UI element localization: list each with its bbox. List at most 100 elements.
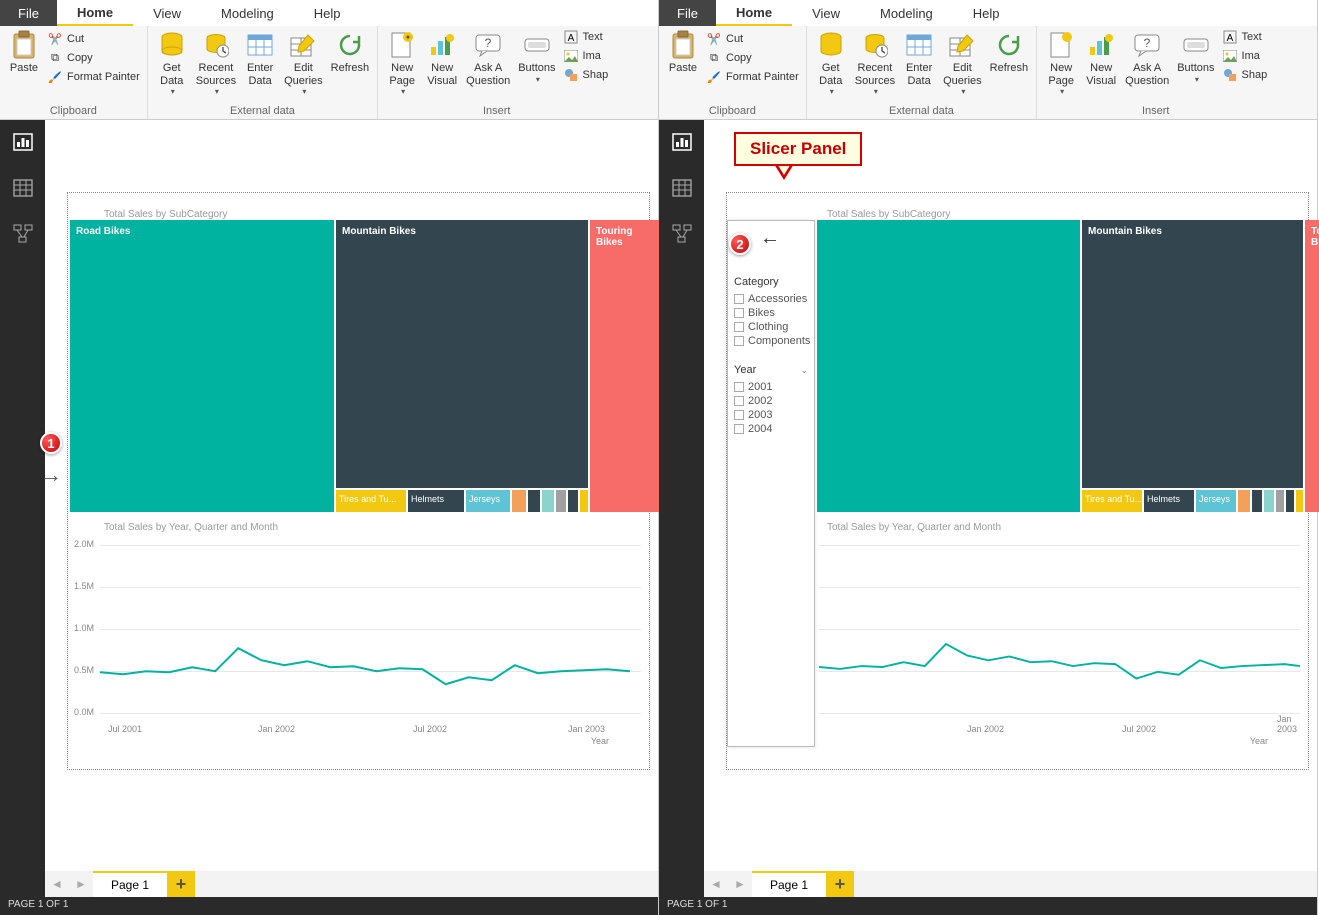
page-prev[interactable]: ◄ — [45, 877, 69, 891]
page-tab-1[interactable]: Page 1 — [93, 871, 167, 897]
file-menu[interactable]: File — [0, 0, 57, 26]
shapes-button[interactable]: Shap — [1222, 67, 1268, 83]
slicer-item-clothing[interactable]: Clothing — [734, 320, 808, 334]
treemap-cell-s6[interactable] — [1296, 490, 1303, 512]
new-visual-button[interactable]: New Visual — [422, 28, 462, 89]
slicer-item-accessories[interactable]: Accessories — [734, 292, 808, 306]
treemap-cell-s1[interactable] — [512, 490, 526, 512]
edit-queries-button[interactable]: Edit Queries — [280, 28, 327, 98]
treemap-cell-jerseys[interactable]: Jerseys — [466, 490, 510, 512]
slicer-item-2001[interactable]: 2001 — [734, 380, 808, 394]
data-view-button[interactable] — [666, 174, 698, 202]
refresh-button[interactable]: Refresh — [986, 28, 1033, 77]
format-painter-button[interactable]: 🖌️Format Painter — [47, 69, 140, 85]
treemap-cell-touring-bikes[interactable]: Touring Bikes — [1305, 220, 1319, 512]
paste-button[interactable]: Paste — [663, 28, 703, 77]
cut-button[interactable]: ✂️Cut — [47, 31, 140, 47]
treemap-cell-s1[interactable] — [1238, 490, 1250, 512]
treemap-cell-s3[interactable] — [1264, 490, 1274, 512]
tab-view[interactable]: View — [133, 0, 201, 26]
buttons-button[interactable]: Buttons — [514, 28, 559, 86]
add-page-button[interactable]: + — [167, 871, 195, 897]
new-page-button[interactable]: New Page — [1041, 28, 1081, 98]
recent-sources-button[interactable]: Recent Sources — [192, 28, 240, 98]
tab-modeling[interactable]: Modeling — [201, 0, 294, 26]
treemap-visual[interactable]: Mountain Bikes Touring Bikes Tires and T… — [817, 220, 1306, 512]
shapes-button[interactable]: Shap — [563, 67, 609, 83]
new-visual-button[interactable]: New Visual — [1081, 28, 1121, 89]
treemap-cell-tires[interactable]: Tires and Tu... — [1082, 490, 1142, 512]
treemap-cell-s2[interactable] — [528, 490, 540, 512]
tab-home[interactable]: Home — [716, 0, 792, 26]
image-button[interactable]: Ima — [1222, 48, 1268, 64]
chevron-down-icon[interactable]: ⌄ — [800, 365, 808, 376]
model-view-button[interactable] — [666, 220, 698, 248]
slicer-item-2002[interactable]: 2002 — [734, 394, 808, 408]
expand-panel-arrow[interactable]: → — [40, 462, 62, 488]
text-icon: A — [1222, 29, 1238, 45]
get-data-button[interactable]: Get Data — [152, 28, 192, 98]
treemap-cell-s4[interactable] — [1276, 490, 1284, 512]
ask-question-button[interactable]: ?Ask A Question — [462, 28, 514, 89]
cut-button[interactable]: ✂️Cut — [706, 31, 799, 47]
enter-data-button[interactable]: Enter Data — [899, 28, 939, 89]
treemap-visual[interactable]: Road Bikes Mountain Bikes Touring Bikes … — [70, 220, 647, 512]
recent-sources-button[interactable]: Recent Sources — [851, 28, 899, 98]
report-canvas[interactable]: Total Sales by SubCategory ← Category Ac… — [726, 192, 1309, 770]
image-button[interactable]: Ima — [563, 48, 609, 64]
paste-button[interactable]: Paste — [4, 28, 44, 77]
treemap-cell-tires[interactable]: Tires and Tu... — [336, 490, 406, 512]
model-view-button[interactable] — [7, 220, 39, 248]
refresh-button[interactable]: Refresh — [327, 28, 374, 77]
tab-modeling[interactable]: Modeling — [860, 0, 953, 26]
treemap-cell-touring-bikes[interactable]: Touring Bikes — [590, 220, 663, 512]
treemap-cell-helmets[interactable]: Helmets — [408, 490, 464, 512]
treemap-cell-s5[interactable] — [1286, 490, 1294, 512]
get-data-button[interactable]: Get Data — [811, 28, 851, 98]
file-menu[interactable]: File — [659, 0, 716, 26]
new-page-button[interactable]: ✦New Page — [382, 28, 422, 98]
treemap-cell-s6[interactable] — [580, 490, 588, 512]
text-box-button[interactable]: AText — [1222, 29, 1268, 45]
enter-data-button[interactable]: Enter Data — [240, 28, 280, 89]
y-tick-0m: 0.0M — [74, 707, 94, 717]
treemap-cell-road-bikes[interactable] — [817, 220, 1080, 512]
linechart-visual[interactable]: Jan 2002 Jul 2002 Jan 2003 Year — [817, 533, 1308, 748]
page-next[interactable]: ► — [69, 877, 93, 891]
tab-help[interactable]: Help — [953, 0, 1020, 26]
treemap-cell-s5[interactable] — [568, 490, 578, 512]
treemap-cell-mountain-bikes[interactable]: Mountain Bikes — [336, 220, 588, 488]
report-view-button[interactable] — [7, 128, 39, 156]
treemap-cell-mountain-bikes[interactable]: Mountain Bikes — [1082, 220, 1303, 488]
slicer-item-2004[interactable]: 2004 — [734, 422, 808, 436]
slicer-item-2003[interactable]: 2003 — [734, 408, 808, 422]
report-view-button[interactable] — [666, 128, 698, 156]
tab-view[interactable]: View — [792, 0, 860, 26]
page-next[interactable]: ► — [728, 877, 752, 891]
data-view-button[interactable] — [7, 174, 39, 202]
slicer-item-components[interactable]: Components — [734, 334, 808, 348]
page-tab-1[interactable]: Page 1 — [752, 871, 826, 897]
page-prev[interactable]: ◄ — [704, 877, 728, 891]
treemap-cell-road-bikes[interactable]: Road Bikes — [70, 220, 334, 512]
tab-help[interactable]: Help — [294, 0, 361, 26]
slicer-item-bikes[interactable]: Bikes — [734, 306, 808, 320]
collapse-panel-arrow[interactable]: ← — [760, 227, 780, 250]
text-box-button[interactable]: AText — [563, 29, 609, 45]
treemap-cell-s3[interactable] — [542, 490, 554, 512]
treemap-cell-s2[interactable] — [1252, 490, 1262, 512]
edit-queries-button[interactable]: Edit Queries — [939, 28, 986, 98]
tab-home[interactable]: Home — [57, 0, 133, 26]
add-page-button[interactable]: + — [826, 871, 854, 897]
copy-button[interactable]: ⧉Copy — [706, 50, 799, 66]
treemap-cell-s4[interactable] — [556, 490, 566, 512]
format-painter-button[interactable]: 🖌️Format Painter — [706, 69, 799, 85]
shapes-icon — [563, 67, 579, 83]
treemap-cell-helmets[interactable]: Helmets — [1144, 490, 1194, 512]
copy-button[interactable]: ⧉Copy — [47, 50, 140, 66]
treemap-cell-jerseys[interactable]: Jerseys — [1196, 490, 1236, 512]
ask-question-button[interactable]: ?Ask A Question — [1121, 28, 1173, 89]
linechart-visual[interactable]: 2.0M 1.5M 1.0M 0.5M 0.0M Jul 2001 Jan 20… — [68, 533, 649, 748]
report-canvas[interactable]: Total Sales by SubCategory Road Bikes Mo… — [67, 192, 650, 770]
buttons-button[interactable]: Buttons — [1173, 28, 1218, 86]
